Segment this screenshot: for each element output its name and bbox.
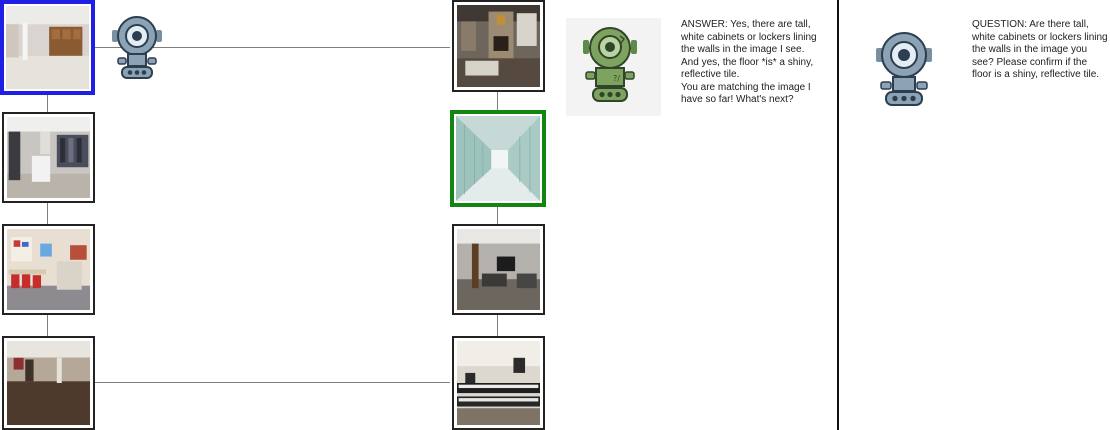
answer-message: ANSWER: Yes, there are tall, white cabin…: [681, 19, 823, 107]
thumbnail-laundry-room[interactable]: [2, 112, 95, 203]
thumbnail-basement-empty[interactable]: [0, 0, 95, 95]
thumbnail-fireplace-living[interactable]: [452, 0, 545, 92]
answer-follow-text: You are matching the image I have so far…: [681, 81, 811, 106]
svg-text:?/: ?/: [613, 74, 620, 83]
music-studio-image: [457, 341, 540, 425]
thumbnail-tv-basement[interactable]: [452, 224, 545, 315]
bottom-horizontal-connector: [94, 382, 450, 383]
playroom-image: [7, 229, 90, 310]
blue-robot-question-icon: [873, 30, 935, 108]
thumbnail-locker-hallway[interactable]: [450, 110, 546, 207]
thumbnail-music-studio[interactable]: [452, 336, 545, 430]
dark-basement-image: [7, 341, 90, 425]
panel-divider: [837, 0, 839, 430]
fireplace-living-image: [457, 5, 540, 87]
laundry-room-image: [7, 117, 90, 198]
question-text: QUESTION: Are there tall, white cabinets…: [972, 19, 1108, 80]
thumbnail-playroom[interactable]: [2, 224, 95, 315]
locker-hallway-image: [456, 116, 540, 201]
answer-text: ANSWER: Yes, there are tall, white cabin…: [681, 19, 817, 80]
blue-robot-icon: [110, 14, 164, 80]
question-message: QUESTION: Are there tall, white cabinets…: [972, 19, 1108, 82]
thumbnail-dark-basement[interactable]: [2, 336, 95, 430]
basement-empty-image: [6, 6, 89, 89]
green-robot-icon: ?/: [580, 26, 640, 106]
tv-basement-image: [457, 229, 540, 310]
